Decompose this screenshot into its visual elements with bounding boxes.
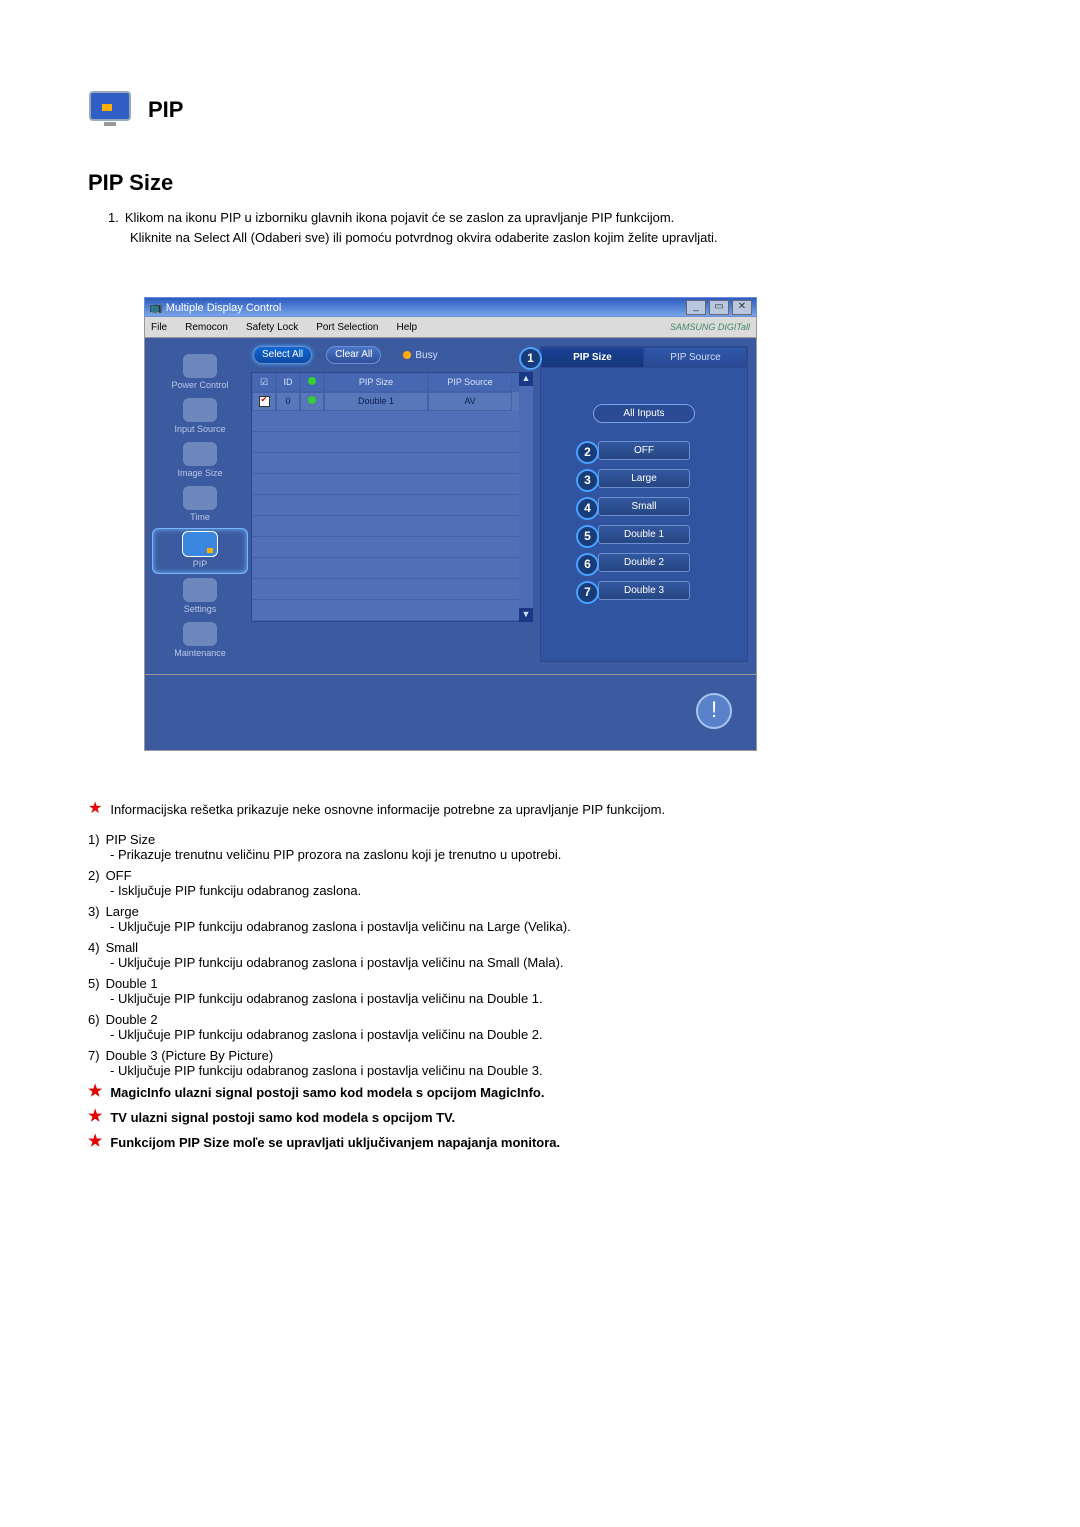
busy-indicator: Busy	[403, 350, 437, 361]
empty-row	[252, 453, 520, 474]
all-inputs-label: All Inputs	[593, 404, 695, 423]
busy-dot-icon	[403, 351, 411, 359]
empty-row	[252, 495, 520, 516]
bold-note-1: MagicInfo ulazni signal postoji samo kod…	[110, 1084, 544, 1103]
window-titlebar: 📺 Multiple Display Control _ ▭ ✕	[144, 297, 757, 317]
scroll-down-icon[interactable]: ▼	[519, 608, 533, 622]
display-grid: ☑ ID PIP Size PIP Source 0 Double 1 AV	[251, 372, 533, 622]
note-item-5: 5)Double 1 - Uključuje PIP funkciju odab…	[88, 976, 992, 1006]
star-icon: ★	[88, 1084, 102, 1100]
empty-row	[252, 600, 520, 621]
col-pipsize: PIP Size	[324, 373, 428, 392]
table-row[interactable]: 0 Double 1 AV	[252, 392, 520, 411]
intro-number: 1.	[108, 208, 119, 228]
tab-pipsource[interactable]: PIP Source	[644, 347, 747, 368]
empty-row	[252, 537, 520, 558]
intro-line2: Kliknite na Select All (Odaberi sve) ili…	[130, 228, 992, 248]
bold-note-3: Funkcijom PIP Size moľe se upravljati uk…	[110, 1134, 560, 1153]
scroll-up-icon[interactable]: ▲	[519, 372, 533, 386]
monitor-icon	[88, 90, 136, 130]
opt-double3[interactable]: Double 3	[598, 581, 690, 600]
nav-pip[interactable]: PIP	[152, 528, 248, 574]
nav-image-size[interactable]: Image Size	[153, 440, 247, 482]
opt-small[interactable]: Small	[598, 497, 690, 516]
note-item-6: 6)Double 2 - Uključuje PIP funkciju odab…	[88, 1012, 992, 1042]
note-intro: Informacijska rešetka prikazuje neke osn…	[110, 801, 665, 820]
grid-header: ☑ ID PIP Size PIP Source	[252, 373, 520, 392]
nav-power-control[interactable]: Power Control	[153, 352, 247, 394]
empty-row	[252, 474, 520, 495]
nav-settings[interactable]: Settings	[153, 576, 247, 618]
callout-3: 3	[576, 469, 599, 492]
col-pipsource: PIP Source	[428, 373, 512, 392]
page-title: PIP	[148, 97, 183, 123]
col-id: ID	[276, 373, 300, 392]
col-checkbox[interactable]: ☑	[252, 373, 276, 392]
opt-large[interactable]: Large	[598, 469, 690, 488]
left-nav: Power Control Input Source Image Size Ti…	[153, 346, 247, 662]
empty-row	[252, 411, 520, 432]
row-id: 0	[276, 392, 300, 411]
callout-1: 1	[519, 347, 542, 370]
note-item-3: 3)Large - Uključuje PIP funkciju odabran…	[88, 904, 992, 934]
app-screenshot: 📺 Multiple Display Control _ ▭ ✕ File Re…	[144, 297, 757, 751]
empty-row	[252, 516, 520, 537]
col-status	[300, 373, 324, 392]
callout-4: 4	[576, 497, 599, 520]
note-item-7: 7)Double 3 (Picture By Picture) - Uključ…	[88, 1048, 992, 1078]
window-title: Multiple Display Control	[166, 302, 282, 314]
minimize-button[interactable]: _	[686, 300, 706, 315]
center-panel: Select All Clear All Busy ☑ ID PIP Size …	[251, 346, 536, 662]
page-header: PIP	[88, 90, 992, 130]
star-icon: ★	[88, 1109, 102, 1125]
callout-7: 7	[576, 581, 599, 604]
row-size: Double 1	[324, 392, 428, 411]
note-item-1: 1)PIP Size - Prikazuje trenutnu veličinu…	[88, 832, 992, 862]
bold-note-2: TV ulazni signal postoji samo kod modela…	[110, 1109, 455, 1128]
opt-off[interactable]: OFF	[598, 441, 690, 460]
note-item-2: 2)OFF - Isključuje PIP funkciju odabrano…	[88, 868, 992, 898]
clear-all-button[interactable]: Clear All	[326, 346, 381, 364]
close-button[interactable]: ✕	[732, 300, 752, 315]
callout-5: 5	[576, 525, 599, 548]
nav-input-source[interactable]: Input Source	[153, 396, 247, 438]
opt-double2[interactable]: Double 2	[598, 553, 690, 572]
opt-double1[interactable]: Double 1	[598, 525, 690, 544]
menu-safetylock[interactable]: Safety Lock	[246, 322, 298, 333]
callout-2: 2	[576, 441, 599, 464]
menu-remocon[interactable]: Remocon	[185, 322, 228, 333]
callout-6: 6	[576, 553, 599, 576]
grid-scrollbar[interactable]: ▲ ▼	[519, 372, 533, 622]
note-item-4: 4)Small - Uključuje PIP funkciju odabran…	[88, 940, 992, 970]
menu-help[interactable]: Help	[396, 322, 417, 333]
nav-maintenance[interactable]: Maintenance	[153, 620, 247, 662]
empty-row	[252, 432, 520, 453]
notes-section: ★ Informacijska rešetka prikazuje neke o…	[88, 801, 992, 1152]
empty-row	[252, 558, 520, 579]
menu-bar: File Remocon Safety Lock Port Selection …	[144, 317, 757, 338]
status-icon	[308, 377, 316, 385]
menu-file[interactable]: File	[151, 322, 167, 333]
brand-label: SAMSUNG DIGITall	[670, 322, 750, 332]
intro-line1: Klikom na ikonu PIP u izborniku glavnih …	[125, 208, 674, 228]
info-icon: !	[696, 693, 732, 729]
select-all-button[interactable]: Select All	[253, 346, 312, 364]
row-checkbox[interactable]	[259, 396, 270, 407]
row-source: AV	[428, 392, 512, 411]
section-title: PIP Size	[88, 170, 992, 196]
menu-portselection[interactable]: Port Selection	[316, 322, 378, 333]
row-status-icon	[308, 396, 316, 404]
right-panel: 1 PIP Size PIP Source All Inputs 2 OFF 3…	[540, 346, 748, 662]
nav-time[interactable]: Time	[153, 484, 247, 526]
intro-text: 1. Klikom na ikonu PIP u izborniku glavn…	[108, 208, 992, 247]
star-icon: ★	[88, 1134, 102, 1150]
empty-row	[252, 579, 520, 600]
tab-pipsize[interactable]: PIP Size	[541, 347, 644, 368]
maximize-button[interactable]: ▭	[709, 300, 729, 315]
star-icon: ★	[88, 801, 102, 817]
